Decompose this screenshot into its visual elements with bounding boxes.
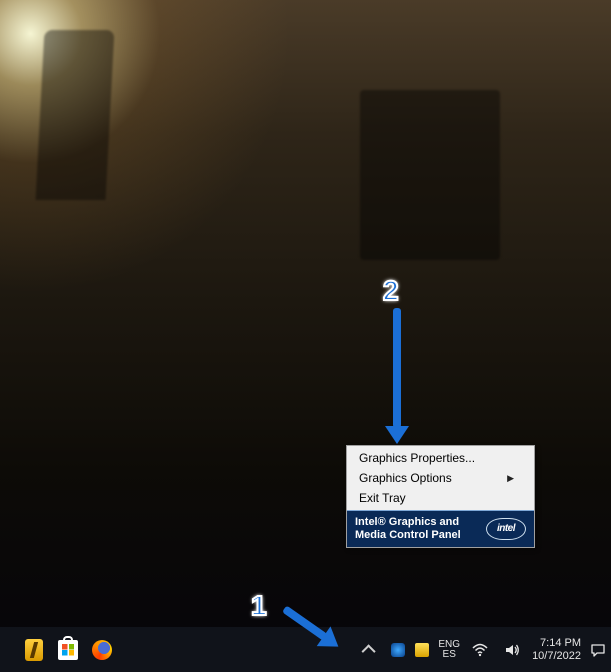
lightning-app-icon — [25, 639, 43, 661]
taskbar-app-icon-1[interactable] — [22, 638, 46, 662]
tray-volume[interactable] — [500, 638, 524, 662]
firefox-icon — [92, 640, 112, 660]
taskbar: ENG ES 7:14 PM 10/7/2022 — [0, 627, 611, 672]
tray-notifications[interactable] — [589, 638, 607, 662]
notification-icon — [590, 642, 606, 658]
taskbar-firefox[interactable] — [90, 638, 114, 662]
menu-item-label: Graphics Options — [359, 471, 452, 485]
taskbar-clock[interactable]: 7:14 PM 10/7/2022 — [532, 637, 581, 661]
wifi-icon — [472, 642, 488, 658]
menu-item-graphics-options[interactable]: Graphics Options ▶ — [349, 468, 532, 488]
menu-footer-title: Intel® Graphics and Media Control Panel — [355, 516, 475, 541]
speaker-icon — [504, 642, 520, 658]
annotation-number-1: 1 — [251, 590, 267, 622]
annotation-arrow-2 — [393, 308, 401, 428]
language-line1: ENG — [438, 640, 460, 650]
submenu-arrow-icon: ▶ — [507, 473, 514, 484]
app-tray-icon — [415, 643, 429, 657]
desktop-wallpaper[interactable] — [0, 0, 611, 672]
tray-app-icon[interactable] — [414, 638, 430, 662]
menu-item-label: Exit Tray — [359, 491, 406, 505]
menu-footer: Intel® Graphics and Media Control Panel … — [347, 510, 534, 547]
intel-graphics-tray-icon — [391, 643, 405, 657]
clock-time: 7:14 PM — [532, 637, 581, 649]
language-line2: ES — [438, 650, 460, 660]
menu-item-label: Graphics Properties... — [359, 451, 475, 465]
intel-tray-context-menu: Graphics Properties... Graphics Options … — [346, 445, 535, 548]
chevron-up-icon — [362, 644, 376, 658]
tray-overflow-button[interactable] — [358, 638, 382, 662]
language-indicator[interactable]: ENG ES — [438, 640, 460, 660]
tray-wifi[interactable] — [468, 638, 492, 662]
taskbar-microsoft-store[interactable] — [56, 638, 80, 662]
intel-logo-icon: intel — [486, 518, 526, 540]
microsoft-store-icon — [58, 640, 78, 660]
tray-intel-graphics-icon[interactable] — [390, 638, 406, 662]
clock-date: 10/7/2022 — [532, 650, 581, 662]
annotation-number-2: 2 — [383, 275, 399, 307]
menu-item-graphics-properties[interactable]: Graphics Properties... — [349, 448, 532, 468]
menu-item-exit-tray[interactable]: Exit Tray — [349, 488, 532, 508]
